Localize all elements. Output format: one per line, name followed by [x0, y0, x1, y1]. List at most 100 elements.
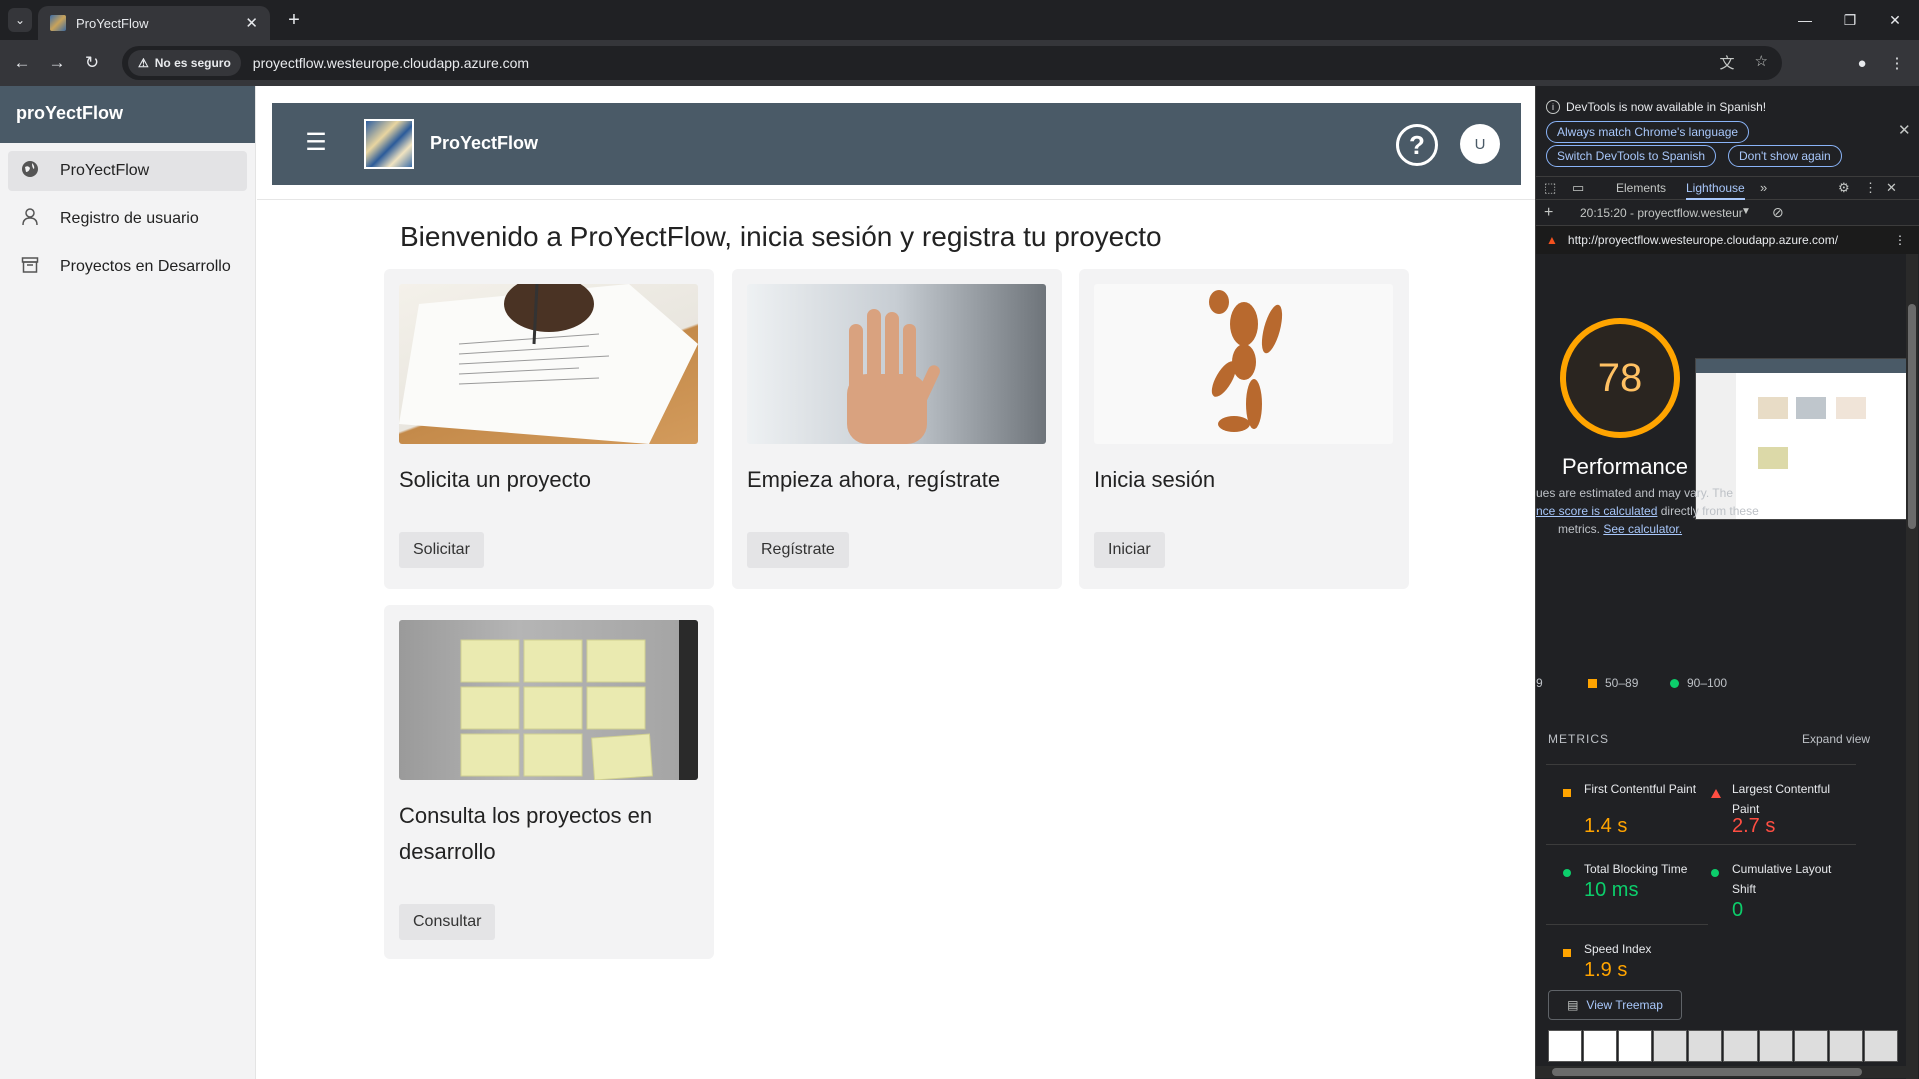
sidebar-item-proyectos[interactable]: Proyectos en Desarrollo: [8, 247, 247, 287]
gear-icon[interactable]: ⚙: [1838, 180, 1850, 196]
main-content: ☰ ProYectFlow ? U Bienvenido a ProYectFl…: [257, 86, 1535, 1079]
vertical-scrollbar[interactable]: [1906, 254, 1918, 1079]
address-bar[interactable]: ⚠ No es seguro proyectflow.westeurope.cl…: [122, 46, 1782, 80]
circle-icon: [1670, 678, 1679, 688]
dont-show-again-button[interactable]: Don't show again: [1728, 145, 1842, 167]
scrollbar-thumb[interactable]: [1908, 304, 1916, 529]
url-text[interactable]: proyectflow.westeurope.cloudapp.azure.co…: [253, 55, 529, 71]
kebab-icon[interactable]: ⋮: [1894, 233, 1906, 247]
profile-button[interactable]: ●: [1850, 51, 1874, 75]
header-divider: [257, 199, 1535, 200]
tab-strip: ⌄ ProYectFlow ✕ + — ❐ ✕: [0, 0, 1919, 40]
sidebar-title: proYectFlow: [0, 86, 255, 143]
banner-text: DevTools is now available in Spanish!: [1566, 100, 1767, 114]
metric-value: 2.7 s: [1732, 815, 1776, 837]
plus-icon[interactable]: +: [1544, 204, 1553, 222]
card-title: Empieza ahora, regístrate: [747, 467, 1001, 492]
devtools-language-banner: i DevTools is now available in Spanish!: [1546, 100, 1766, 114]
view-treemap-button[interactable]: ▤ View Treemap: [1548, 990, 1682, 1020]
metric-value: 1.9 s: [1584, 959, 1628, 981]
expand-view-toggle[interactable]: Expand view: [1802, 732, 1870, 746]
minimize-button[interactable]: —: [1782, 0, 1828, 40]
kebab-icon[interactable]: ⋮: [1864, 180, 1877, 196]
card-image: [399, 620, 698, 780]
close-icon[interactable]: ✕: [1898, 121, 1911, 139]
metric-tbt: Total Blocking Time 10 ms: [1546, 844, 1708, 924]
card-image: [399, 284, 698, 444]
reload-button[interactable]: ↻: [80, 51, 104, 75]
metric-value: 0: [1732, 899, 1744, 921]
security-chip[interactable]: ⚠ No es seguro: [128, 50, 241, 76]
score-calculated-link[interactable]: nce score is calculated: [1536, 504, 1657, 518]
treemap-icon: ▤: [1567, 998, 1579, 1012]
report-select[interactable]: 20:15:20 - proyectflow.westeur: [1580, 206, 1743, 220]
browser-tab[interactable]: ProYectFlow ✕: [38, 6, 270, 40]
inspect-icon[interactable]: ⬚: [1544, 180, 1556, 196]
page-viewport: proYectFlow ProYectFlow Registro de usua…: [0, 86, 1535, 1079]
tab-search-dropdown[interactable]: ⌄: [8, 8, 32, 32]
help-icon[interactable]: ?: [1396, 124, 1438, 166]
restore-button[interactable]: ❐: [1827, 0, 1873, 40]
close-icon[interactable]: ✕: [245, 14, 258, 32]
metrics-heading: METRICS: [1548, 732, 1609, 746]
star-icon[interactable]: ☆: [1755, 52, 1768, 73]
kebab-icon: ⋮: [1889, 55, 1905, 72]
new-tab-button[interactable]: +: [282, 8, 306, 32]
scrollbar-thumb[interactable]: [1552, 1068, 1862, 1076]
consultar-button[interactable]: Consultar: [399, 904, 496, 940]
device-toolbar-icon[interactable]: ▭: [1572, 180, 1584, 196]
lighthouse-report: 78 Performance ues are estimated and may…: [1536, 254, 1919, 1079]
translate-icon[interactable]: 文: [1720, 52, 1735, 73]
card-title: Solicita un proyecto: [399, 467, 591, 492]
registrate-button[interactable]: Regístrate: [747, 532, 849, 568]
filmstrip: [1548, 1030, 1898, 1062]
back-button[interactable]: ←: [10, 51, 34, 75]
metrics-text: metrics.: [1558, 522, 1604, 536]
sidebar-item-registro[interactable]: Registro de usuario: [8, 199, 247, 239]
sidebar-item-proyectflow[interactable]: ProYectFlow: [8, 151, 247, 191]
tab-lighthouse[interactable]: Lighthouse: [1686, 181, 1745, 200]
browser-toolbar: ← → ↻ ⚠ No es seguro proyectflow.westeur…: [0, 40, 1919, 86]
close-icon[interactable]: ✕: [1886, 180, 1897, 196]
see-calculator-link[interactable]: See calculator.: [1603, 522, 1682, 536]
score-note-line3: metrics. See calculator.: [1558, 522, 1682, 536]
horizontal-scrollbar[interactable]: [1536, 1066, 1906, 1078]
tab-elements[interactable]: Elements: [1616, 181, 1666, 195]
arrow-left-icon: ←: [13, 53, 31, 72]
legend-pass-label: 90–100: [1687, 676, 1728, 690]
square-icon: [1563, 949, 1571, 957]
card-iniciar: Inicia sesión Iniciar: [1079, 269, 1409, 589]
report-url[interactable]: http://proyectflow.westeurope.cloudapp.a…: [1568, 233, 1838, 247]
close-window-button[interactable]: ✕: [1872, 0, 1918, 40]
forward-button[interactable]: →: [45, 51, 69, 75]
more-tabs-icon[interactable]: »: [1760, 180, 1767, 195]
chevron-down-icon: ⌄: [14, 13, 26, 27]
menu-icon[interactable]: ☰: [304, 129, 328, 156]
switch-spanish-button[interactable]: Switch DevTools to Spanish: [1546, 145, 1717, 167]
iniciar-button[interactable]: Iniciar: [1094, 532, 1165, 568]
triangle-icon: [1711, 789, 1721, 798]
solicitar-button[interactable]: Solicitar: [399, 532, 484, 568]
metric-fcp: First Contentful Paint 1.4 s: [1546, 764, 1708, 844]
tab-title: ProYectFlow: [76, 15, 149, 31]
avatar[interactable]: U: [1460, 124, 1500, 164]
sidebar-item-label: Registro de usuario: [60, 210, 199, 227]
caret-down-icon[interactable]: ▼: [1741, 206, 1751, 217]
performance-gauge: 78: [1560, 318, 1680, 438]
sidebar-item-label: ProYectFlow: [60, 162, 150, 179]
globe-icon: [18, 160, 42, 183]
favicon-icon: [50, 15, 66, 31]
legend-pass: 90–100: [1670, 676, 1727, 690]
card-registrate: Empieza ahora, regístrate Regístrate: [732, 269, 1062, 589]
card-image: [747, 284, 1046, 444]
person-icon: [18, 207, 42, 231]
legend-fail: 9: [1536, 676, 1543, 690]
metric-name: Speed Index: [1584, 942, 1652, 956]
metric-value: 10 ms: [1584, 879, 1639, 901]
chrome-menu-button[interactable]: ⋮: [1885, 51, 1909, 75]
clear-icon[interactable]: ⊘: [1772, 204, 1784, 221]
archive-icon: [18, 256, 42, 279]
card-title: Inicia sesión: [1094, 467, 1216, 492]
page-title: Bienvenido a ProYectFlow, inicia sesión …: [400, 221, 1162, 252]
match-language-button[interactable]: Always match Chrome's language: [1546, 121, 1750, 143]
